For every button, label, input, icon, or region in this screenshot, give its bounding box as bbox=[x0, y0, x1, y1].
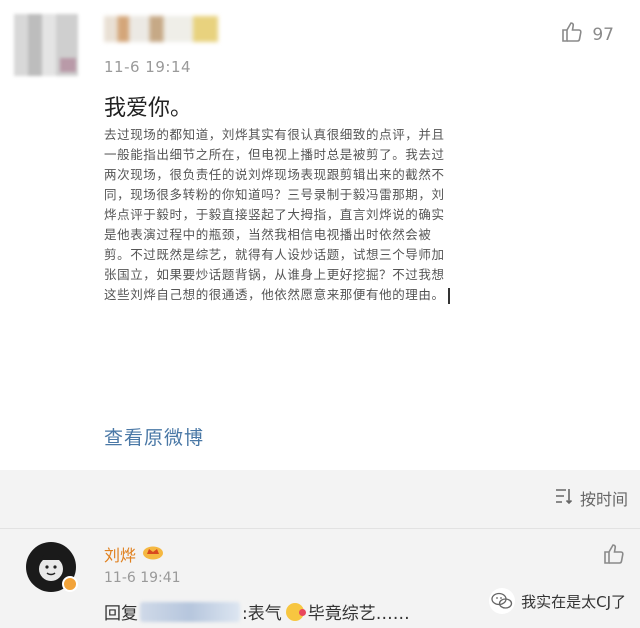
quoted-post-text: 去过现场的都知道，刘烨其实有很认真很细致的点评，并且一般能指出细节之所在，但电视… bbox=[104, 125, 454, 305]
watermark-text: 我实在是太CJ了 bbox=[521, 592, 626, 611]
view-original-link[interactable]: 查看原微博 bbox=[104, 423, 204, 450]
sort-by-time-button[interactable]: 按时间 bbox=[554, 486, 628, 510]
reply-text-part1: :表气 bbox=[242, 604, 282, 624]
verified-badge-icon bbox=[62, 576, 78, 592]
commenter-name: 刘烨 bbox=[104, 546, 137, 565]
comment-like-button[interactable] bbox=[602, 542, 626, 570]
post-like-button[interactable]: 97 bbox=[560, 20, 614, 49]
post-timestamp: 11-6 19:14 bbox=[104, 58, 192, 76]
wechat-logo-icon bbox=[489, 588, 516, 614]
quoted-post-body: 去过现场的都知道，刘烨其实有很认真很细致的点评，并且一般能指出细节之所在，但电视… bbox=[104, 127, 445, 302]
sort-icon bbox=[554, 487, 574, 509]
poster-avatar-blurred[interactable] bbox=[14, 14, 78, 76]
vip-crown-icon bbox=[142, 544, 164, 564]
sort-label: 按时间 bbox=[579, 490, 628, 509]
post-text: 我爱你。 bbox=[104, 96, 193, 121]
reply-prefix: 回复 bbox=[104, 604, 138, 624]
reply-text-part2: 毕竟综艺…… bbox=[307, 604, 410, 624]
original-post-card: 11-6 19:14 97 我爱你。 去过现场的都知道，刘烨其实有很认真很细致的… bbox=[0, 0, 640, 470]
poster-name-blurred[interactable] bbox=[104, 16, 218, 42]
thumbs-up-icon bbox=[560, 20, 584, 49]
mention-blurred[interactable] bbox=[140, 601, 240, 622]
divider bbox=[0, 528, 640, 529]
post-like-count: 97 bbox=[592, 24, 614, 45]
thumbs-up-icon bbox=[602, 544, 626, 570]
kiss-emoji-icon bbox=[285, 602, 306, 621]
comment-timestamp: 11-6 19:41 bbox=[104, 570, 181, 586]
text-cursor bbox=[447, 287, 450, 304]
wechat-watermark: 我实在是太CJ了 bbox=[489, 588, 626, 614]
commenter-name-row[interactable]: 刘烨 bbox=[104, 542, 164, 566]
comment-reply-text: 回复 :表气 毕竟综艺…… bbox=[104, 599, 410, 624]
